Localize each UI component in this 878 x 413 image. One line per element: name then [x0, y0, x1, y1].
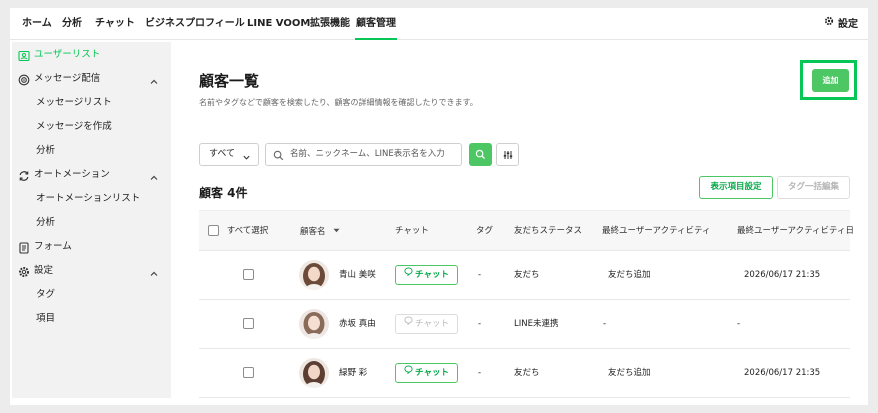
column-settings-button[interactable]: 表示項目設定 — [699, 176, 773, 199]
sidebar: ユーザーリスト メッセージ配信 メッセージリスト メッセージを作成 分析 オート… — [12, 42, 171, 398]
chat-button[interactable]: チャット — [395, 314, 458, 334]
tab-analytics[interactable]: 分析 — [62, 8, 82, 40]
tag-cell: - — [478, 368, 482, 378]
customer-count: 顧客 4件 — [199, 186, 248, 200]
chevron-down-icon — [242, 150, 251, 160]
sidebar-item-automation[interactable]: オートメーション — [12, 164, 171, 186]
checkbox[interactable] — [208, 225, 219, 236]
last-activity-date-cell: - — [737, 319, 741, 329]
automation-icon — [18, 169, 30, 181]
chevron-up-icon — [149, 266, 159, 276]
customer-name[interactable]: 青山 美咲 — [339, 251, 376, 299]
gear-icon — [824, 8, 834, 40]
gear-icon — [18, 265, 30, 277]
avatar — [299, 358, 329, 388]
settings-label: 設定 — [838, 19, 858, 30]
column-header-chat: チャット — [395, 226, 429, 236]
chevron-up-icon — [149, 74, 159, 84]
search-button[interactable] — [469, 143, 492, 166]
last-activity-cell: 友だち追加 — [608, 270, 651, 280]
last-activity-date-cell: 2026/06/17 21:35 — [744, 270, 821, 280]
chat-bubble-icon — [404, 314, 413, 332]
select-all-checkbox[interactable]: すべて選択 — [208, 211, 268, 252]
page-title: 顧客一覧 — [199, 72, 260, 90]
top-navigation: ホーム 分析 チャット ビジネスプロフィール LINE VOOM 拡張機能 顧客… — [10, 8, 868, 40]
table-row[interactable]: 緑野 彩 チャット - 友だち 友だち追加 2026/06/17 21:35 — [199, 349, 850, 398]
avatar — [299, 309, 329, 339]
table-row[interactable]: 赤坂 真由 チャット - LINE未連携 - - — [199, 300, 850, 349]
broadcast-icon — [18, 73, 30, 86]
chevron-up-icon — [149, 170, 159, 180]
search-icon — [475, 149, 486, 160]
sidebar-item-form[interactable]: フォーム — [12, 236, 171, 258]
row-checkbox[interactable] — [243, 349, 254, 397]
row-checkbox[interactable] — [243, 300, 254, 348]
sidebar-item-message-analytics[interactable]: 分析 — [12, 140, 171, 162]
tab-line-voom[interactable]: LINE VOOM — [247, 8, 310, 40]
add-button[interactable]: 追加 — [812, 69, 849, 92]
table-header: すべて選択 顧客名 チャット タグ 友だちステータス 最終ユーザーアクティビティ… — [199, 210, 854, 252]
tag-cell: - — [478, 270, 482, 280]
advanced-filter-button[interactable] — [496, 143, 519, 166]
sidebar-item-settings[interactable]: 設定 — [12, 260, 171, 282]
bulk-tag-edit-button[interactable]: タグ一括編集 — [777, 176, 850, 199]
app-window: ホーム 分析 チャット ビジネスプロフィール LINE VOOM 拡張機能 顧客… — [10, 8, 868, 405]
sidebar-item-automation-list[interactable]: オートメーションリスト — [12, 188, 171, 210]
status-filter-value: すべて — [209, 149, 236, 159]
settings-link[interactable]: 設定 — [824, 8, 858, 40]
search-placeholder: 名前、ニックネーム、LINE表示名を入力 — [290, 149, 445, 159]
tab-customer-management[interactable]: 顧客管理 — [355, 8, 397, 40]
sliders-icon — [503, 151, 513, 159]
tab-chat[interactable]: チャット — [95, 8, 135, 40]
chat-bubble-icon — [404, 265, 413, 283]
column-header-name[interactable]: 顧客名 — [300, 211, 340, 252]
chat-button[interactable]: チャット — [395, 363, 458, 383]
tag-cell: - — [478, 319, 482, 329]
tab-extensions[interactable]: 拡張機能 — [310, 8, 350, 40]
page-subtitle: 名前やタグなどで顧客を検索したり、顧客の詳細情報を確認したりできます。 — [199, 98, 478, 107]
column-header-tag: タグ — [476, 226, 494, 236]
last-activity-cell: - — [603, 319, 607, 329]
sidebar-item-tags[interactable]: タグ — [12, 284, 171, 306]
friend-status-cell: 友だち — [514, 270, 540, 280]
chat-bubble-icon — [404, 363, 413, 381]
user-list-icon — [18, 49, 30, 62]
sidebar-item-message-list[interactable]: メッセージリスト — [12, 92, 171, 114]
friend-status-cell: 友だち — [514, 368, 540, 378]
sidebar-item-create-message[interactable]: メッセージを作成 — [12, 116, 171, 138]
sort-down-icon — [333, 211, 340, 252]
column-header-last-activity-date: 最終ユーザーアクティビティ日 — [737, 226, 855, 236]
customer-name[interactable]: 赤坂 真由 — [339, 300, 376, 348]
avatar — [299, 260, 329, 290]
column-header-friend-status: 友だちステータス — [514, 226, 583, 236]
sidebar-item-message-delivery[interactable]: メッセージ配信 — [12, 68, 171, 90]
search-icon — [273, 149, 284, 161]
table-row[interactable]: 青山 美咲 チャット - 友だち 友だち追加 2026/06/17 21:35 — [199, 251, 850, 300]
last-activity-date-cell: 2026/06/17 21:35 — [744, 368, 821, 378]
chat-button[interactable]: チャット — [395, 265, 458, 285]
last-activity-cell: 友だち追加 — [608, 368, 651, 378]
form-icon — [18, 241, 30, 254]
tab-home[interactable]: ホーム — [22, 8, 52, 40]
status-filter-select[interactable]: すべて — [199, 143, 259, 166]
sidebar-item-fields[interactable]: 項目 — [12, 308, 171, 330]
tab-business-profile[interactable]: ビジネスプロフィール — [145, 8, 245, 40]
friend-status-cell: LINE未連携 — [514, 319, 559, 329]
column-header-last-activity: 最終ユーザーアクティビティ — [602, 226, 711, 236]
row-checkbox[interactable] — [243, 251, 254, 299]
sidebar-item-user-list[interactable]: ユーザーリスト — [12, 44, 171, 66]
sidebar-item-automation-analytics[interactable]: 分析 — [12, 212, 171, 234]
search-input[interactable]: 名前、ニックネーム、LINE表示名を入力 — [265, 143, 462, 166]
customer-name[interactable]: 緑野 彩 — [339, 349, 367, 397]
